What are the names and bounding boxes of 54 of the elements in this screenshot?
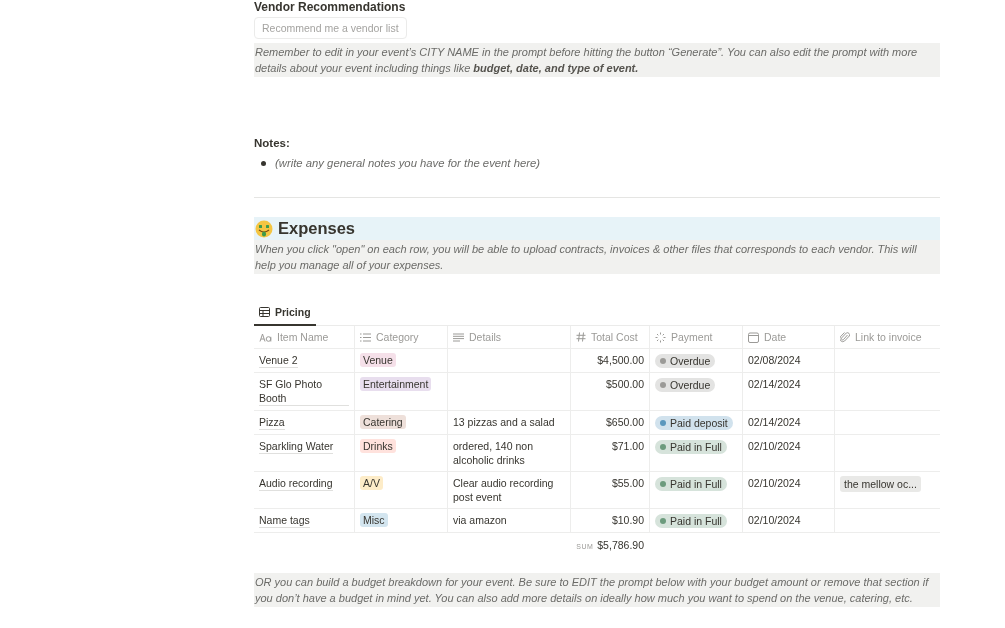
table-cell: $500.00: [606, 378, 644, 390]
table-cell: via amazon: [453, 514, 507, 526]
view-tab[interactable]: Pricing: [254, 302, 316, 326]
category-tag: A/V: [360, 476, 383, 490]
table-cell: 02/14/2024: [748, 416, 801, 428]
calendar-icon: [748, 331, 759, 343]
status-label: Paid in Full: [670, 514, 722, 528]
status-label: Overdue: [670, 354, 711, 368]
sum-value: $5,786.90: [597, 539, 644, 551]
paperclip-icon: [840, 331, 850, 343]
table-cell: 02/10/2024: [748, 477, 801, 489]
lines-icon: [453, 332, 464, 342]
category-tag: Venue: [360, 353, 396, 367]
file-chip[interactable]: the mellow oc...: [840, 476, 921, 492]
item-name[interactable]: Name tags: [259, 513, 310, 528]
list-icon: [360, 332, 371, 342]
table-cell: Clear audio recording post event: [453, 477, 554, 503]
category-tag: Entertainment: [360, 377, 432, 391]
bullet-icon: [261, 160, 266, 166]
text-type-icon: [259, 332, 272, 342]
item-name[interactable]: Pizza: [259, 415, 285, 430]
table-cell: 02/10/2024: [748, 514, 801, 526]
table-cell: $71.00: [611, 440, 644, 452]
table-cell: $4,500.00: [597, 354, 644, 366]
item-name[interactable]: Audio recording: [259, 476, 333, 491]
table-cell: 02/08/2024: [748, 354, 801, 366]
item-name[interactable]: SF Glo Photo Booth: [259, 377, 349, 406]
money-face-icon: [255, 219, 273, 238]
section-heading: Vendor Recommendations: [254, 0, 407, 14]
item-name[interactable]: Venue 2: [259, 353, 298, 368]
spinner-icon: [655, 331, 666, 343]
item-name[interactable]: Sparkling Water: [259, 439, 334, 454]
table-cell: $650.00: [606, 416, 644, 428]
status-label: Overdue: [670, 378, 711, 392]
table-cell: 02/14/2024: [748, 378, 801, 390]
section-heading: Expenses: [278, 219, 356, 238]
status-label: Paid deposit: [670, 416, 728, 430]
table-cell: $55.00: [611, 477, 644, 489]
callout: Remember to edit in your event’s CITY NAME in the prompt before hitting the button “Generate”. You can also edit the prompt with more details about your event including things like budget, date, and type of event.: [254, 43, 940, 77]
category-tag: Catering: [360, 415, 406, 429]
status-label: Paid in Full: [670, 477, 722, 491]
callout: When you click "open" on each row, you will be able to upload contracts, invoices & other files that corresponds to each vendor. This will help you manage all of your expenses.: [254, 240, 940, 274]
category-tag: Misc: [360, 513, 388, 527]
hash-icon: [576, 332, 586, 342]
note-text: (write any general notes you have for the event here): [275, 157, 540, 169]
callout: OR you can build a budget breakdown for your event. Be sure to EDIT the prompt below with your budget amount or remove that section if you don’t have a budget in mind yet. You can also add more details on ideally how much you want to spend on the venue, catering, etc.: [254, 573, 940, 607]
status-label: Paid in Full: [670, 440, 722, 454]
notes-heading: Notes:: [254, 136, 291, 151]
table-cell: 02/10/2024: [748, 440, 801, 452]
table-cell: ordered, 140 non alcoholic drinks: [453, 440, 533, 466]
category-tag: Drinks: [360, 439, 396, 453]
table-cell: $10.90: [611, 514, 644, 526]
table-icon: [259, 307, 270, 317]
table-cell: 13 pizzas and a salad: [453, 416, 555, 428]
